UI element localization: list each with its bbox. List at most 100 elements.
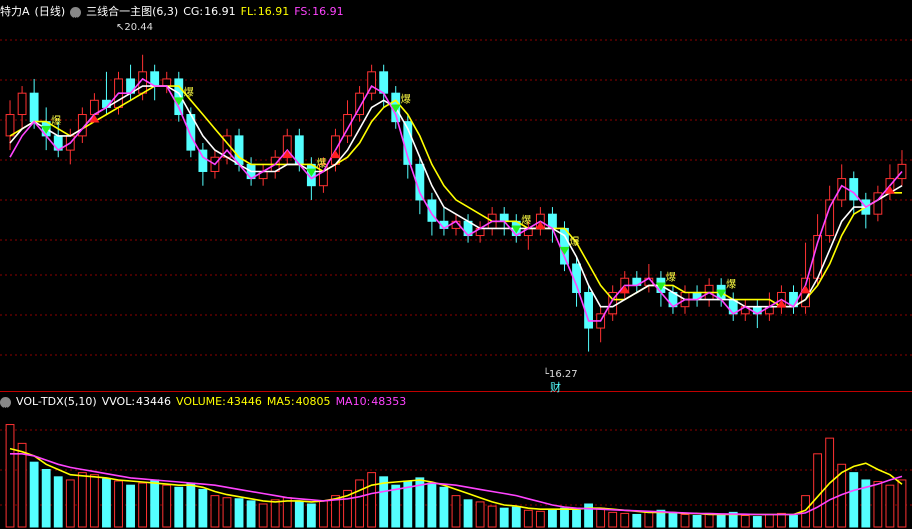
volume-bar [560, 507, 569, 528]
ma5-value: 40805 [295, 395, 331, 408]
cg-value: 16.91 [204, 5, 236, 18]
candle-body [379, 71, 389, 94]
fl-label: FL: [240, 5, 257, 18]
volume-bar [114, 480, 123, 528]
vvol-value: 43446 [136, 395, 172, 408]
volume-bar [608, 511, 618, 528]
volume-bar [126, 484, 135, 528]
volume-bar [596, 507, 606, 528]
candle-body [499, 213, 509, 222]
candle-body [5, 114, 15, 137]
volume-bar [150, 479, 160, 528]
volume-bar [318, 500, 328, 528]
volume-bar [246, 500, 256, 528]
signal-label: 爆 [184, 86, 194, 98]
kline-chart: 爆爆爆爆爆爆爆爆 [0, 39, 912, 528]
high-price-label: ↖20.44 [116, 22, 154, 33]
volume-bar [535, 510, 545, 528]
ma10-label: MA10: [335, 395, 371, 408]
volume-bar [77, 472, 87, 528]
volume-bar [5, 424, 15, 528]
volume-bar [53, 476, 63, 528]
volume-bar [138, 482, 148, 528]
volume-bar [102, 478, 111, 528]
volume-bar [487, 505, 497, 528]
volume-bar [29, 461, 39, 528]
cg-line [9, 85, 903, 308]
volume-bar [294, 501, 304, 528]
volume-bar [523, 509, 533, 528]
volume-bar [222, 497, 232, 528]
candle-body [29, 92, 39, 123]
cg-label: CG: [183, 5, 204, 18]
volume-bar [849, 472, 859, 528]
fs-value: 16.91 [312, 5, 344, 18]
volume-bar [716, 513, 726, 528]
volume-label: VOLUME: [176, 395, 226, 408]
indicator-menu-icon[interactable]: ⌄ [0, 396, 11, 411]
signal-label: 爆 [666, 271, 676, 283]
volume-indicator-name[interactable]: VOL-TDX(5,10) [16, 392, 97, 412]
volume-bar [355, 479, 364, 528]
signal-label: 爆 [51, 115, 61, 127]
volume-bar [511, 506, 521, 528]
vvol-label: VVOL: [101, 395, 136, 408]
volume-bar [873, 481, 883, 528]
volume-chart-header: ⌄ VOL-TDX(5,10) VVOL: 43446 VOLUME: 4344… [0, 392, 406, 412]
signal-label: 爆 [521, 215, 531, 227]
volume-bar [198, 488, 208, 528]
volume-bar [463, 499, 473, 528]
volume-bar [692, 515, 702, 528]
volume-bar [632, 513, 642, 528]
finance-event-marker[interactable]: 财 [550, 379, 561, 395]
volume-bar [897, 479, 907, 528]
volume-value: 43446 [226, 395, 262, 408]
signal-label: 爆 [316, 158, 326, 170]
volume-bar [777, 512, 786, 528]
candle-body [897, 163, 907, 180]
volume-bar [704, 512, 714, 528]
fs-label: FS: [294, 5, 312, 18]
volume-bar [270, 499, 280, 528]
signal-label: 爆 [401, 94, 411, 106]
volume-bar [89, 474, 99, 528]
chart-period[interactable]: (日线) [35, 2, 66, 22]
volume-bar [548, 508, 557, 528]
ma10-value: 48353 [371, 395, 407, 408]
volume-bar [427, 482, 437, 528]
volume-bar [162, 484, 172, 528]
volume-bar [174, 486, 184, 528]
volume-bar [680, 513, 690, 528]
volume-bar [764, 513, 774, 528]
volume-bar [740, 515, 750, 528]
main-chart-header: 特力A (日线) ⌄ 三线合一主图(6,3) CG: 16.91 FL: 16.… [0, 2, 344, 22]
signal-label: 爆 [726, 279, 736, 291]
volume-bar [306, 503, 316, 528]
volume-bar [885, 484, 895, 528]
volume-bar [789, 515, 798, 528]
volume-bar [17, 442, 27, 528]
volume-bar [572, 509, 581, 528]
volume-bar [65, 479, 75, 528]
fl-line [9, 85, 902, 308]
volume-bar [367, 472, 377, 528]
candle-body [584, 291, 594, 329]
volume-bar [813, 453, 823, 528]
candle-body [415, 163, 425, 201]
volume-bar [439, 486, 449, 528]
volume-bar [391, 484, 401, 528]
main-indicator-name[interactable]: 三线合一主图(6,3) [86, 2, 178, 22]
stock-name[interactable]: 特力A [0, 2, 30, 22]
volume-bar [620, 512, 630, 528]
indicator-menu-icon[interactable]: ⌄ [70, 6, 82, 21]
volume-bar [499, 507, 509, 528]
volume-bar [451, 495, 461, 528]
volume-bar [282, 497, 292, 528]
candle-body [162, 78, 172, 87]
signal-label: 爆 [569, 236, 579, 248]
volume-bar [644, 511, 654, 528]
ma5-label: MA5: [266, 395, 295, 408]
volume-bar [210, 495, 220, 528]
fl-value: 16.91 [257, 5, 290, 18]
candle-body [17, 92, 27, 116]
